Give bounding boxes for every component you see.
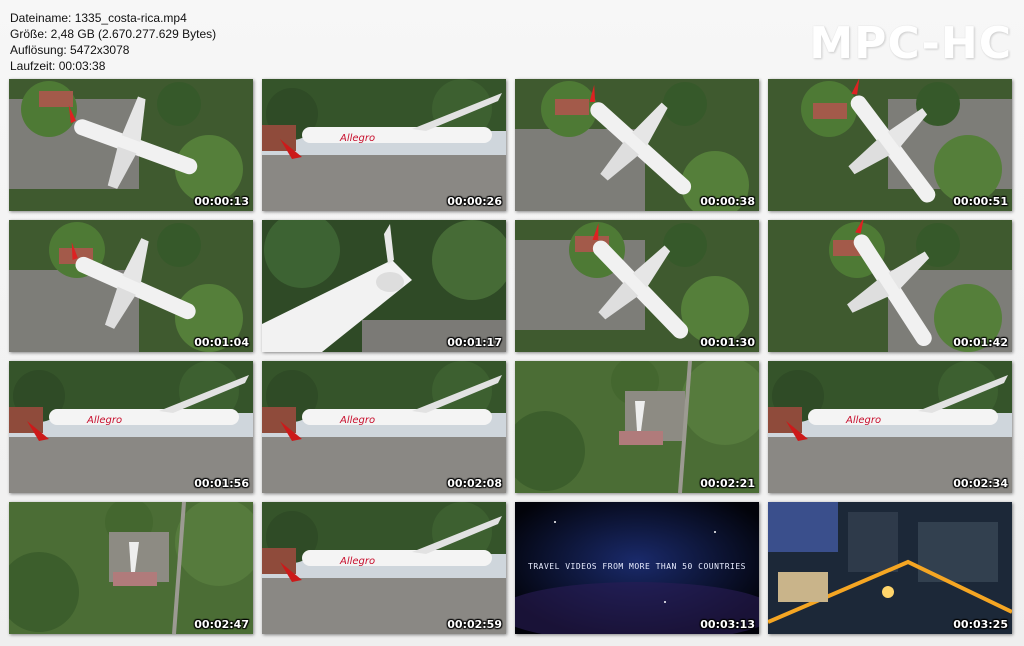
thumbnail-image <box>768 220 1012 352</box>
timestamp: 00:02:47 <box>194 618 249 631</box>
thumbnail[interactable]: 00:01:17 <box>262 220 506 352</box>
svg-text:Allegro: Allegro <box>339 556 375 567</box>
timestamp: 00:02:08 <box>447 477 502 490</box>
thumbnail[interactable]: 00:00:38 <box>515 79 759 211</box>
mpc-hc-logo: MPC-HC <box>809 18 1012 69</box>
timestamp: 00:02:21 <box>700 477 755 490</box>
timestamp: 00:00:13 <box>194 195 249 208</box>
thumbnail-image: Allegro <box>262 502 506 634</box>
thumbnail[interactable]: 00:01:04 <box>9 220 253 352</box>
timestamp: 00:01:30 <box>700 336 755 349</box>
timestamp: 00:00:51 <box>953 195 1008 208</box>
timestamp: 00:00:38 <box>700 195 755 208</box>
thumbnail-image: Allegro <box>262 79 506 211</box>
thumbnail-image <box>262 220 506 352</box>
svg-text:Allegro: Allegro <box>339 133 375 144</box>
timestamp: 00:01:04 <box>194 336 249 349</box>
thumbnail-image <box>9 79 253 211</box>
timestamp: 00:02:34 <box>953 477 1008 490</box>
thumbnail-image <box>515 361 759 493</box>
thumbnail[interactable]: Allegro 00:02:34 <box>768 361 1012 493</box>
svg-text:Allegro: Allegro <box>339 415 375 426</box>
thumbnail[interactable]: 00:00:13 <box>9 79 253 211</box>
duration-line: Laufzeit: 00:03:38 <box>10 59 106 73</box>
thumbnail[interactable]: 00:03:25 <box>768 502 1012 634</box>
thumbnail-image <box>515 79 759 211</box>
thumbnail-image <box>515 220 759 352</box>
video-tagline: TRAVEL VIDEOS FROM MORE THAN 50 COUNTRIE… <box>528 562 746 571</box>
thumbnail-image: Allegro <box>262 361 506 493</box>
filename-line: Dateiname: 1335_costa-rica.mp4 <box>10 11 187 25</box>
thumbnail-image <box>768 79 1012 211</box>
resolution-line: Auflösung: 5472x3078 <box>10 43 130 57</box>
thumbnail-image <box>768 502 1012 634</box>
filesize-line: Größe: 2,48 GB (2.670.277.629 Bytes) <box>10 27 217 41</box>
thumbnail[interactable]: TRAVEL VIDEOS FROM MORE THAN 50 COUNTRIE… <box>515 502 759 634</box>
timestamp: 00:03:25 <box>953 618 1008 631</box>
timestamp: 00:03:13 <box>700 618 755 631</box>
thumbnail[interactable]: 00:00:51 <box>768 79 1012 211</box>
timestamp: 00:02:59 <box>447 618 502 631</box>
thumbnail-image <box>9 220 253 352</box>
file-info: Dateiname: 1335_costa-rica.mp4 Größe: 2,… <box>10 10 216 74</box>
thumbnail[interactable]: 00:02:21 <box>515 361 759 493</box>
thumbnail-image: Allegro <box>768 361 1012 493</box>
timestamp: 00:01:42 <box>953 336 1008 349</box>
thumbnail[interactable]: 00:01:42 <box>768 220 1012 352</box>
thumbnail[interactable]: 00:01:30 <box>515 220 759 352</box>
thumbnail[interactable]: Allegro 00:02:08 <box>262 361 506 493</box>
timestamp: 00:01:17 <box>447 336 502 349</box>
thumbnail[interactable]: Allegro 00:02:59 <box>262 502 506 634</box>
timestamp: 00:00:26 <box>447 195 502 208</box>
thumbnail-image: Allegro <box>9 361 253 493</box>
svg-text:Allegro: Allegro <box>845 415 881 426</box>
thumbnail-image <box>9 502 253 634</box>
thumbnail[interactable]: Allegro 00:01:56 <box>9 361 253 493</box>
thumbnail-grid: 00:00:13 Allegro 00:00:26 00:00:38 00:00… <box>9 79 1012 634</box>
timestamp: 00:01:56 <box>194 477 249 490</box>
thumbnail[interactable]: 00:02:47 <box>9 502 253 634</box>
thumbnail[interactable]: Allegro 00:00:26 <box>262 79 506 211</box>
svg-text:Allegro: Allegro <box>86 415 122 426</box>
